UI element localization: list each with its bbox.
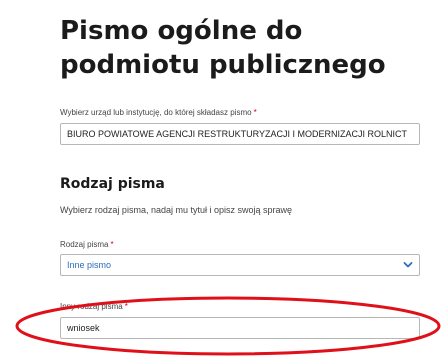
required-marker: * [124,302,128,311]
letter-type-select[interactable]: Inne pismo [60,254,420,276]
letter-type-label: Rodzaj pisma * [60,240,114,249]
required-marker: * [110,240,114,249]
section-description: Wybierz rodzaj pisma, nadaj mu tytuł i o… [60,205,293,215]
institution-label-text: Wybierz urząd lub instytucję, do której … [60,108,252,117]
section-title: Rodzaj pisma [60,176,165,192]
page: Pismo ogólne do podmiotu publicznego Wyb… [0,0,447,359]
required-marker: * [253,108,257,117]
other-type-label: Inny rodzaj pisma * [60,302,128,311]
institution-field[interactable]: BIURO POWIATOWE AGENCJI RESTRUKTURYZACJI… [60,123,420,145]
institution-label: Wybierz urząd lub instytucję, do której … [60,108,257,117]
other-type-label-text: Inny rodzaj pisma [60,302,123,311]
chevron-down-icon [403,262,413,268]
other-type-input[interactable]: wniosek [60,317,420,339]
letter-type-label-text: Rodzaj pisma [60,240,109,249]
page-title: Pismo ogólne do podmiotu publicznego [60,16,386,80]
letter-type-selected-value: Inne pismo [67,260,112,270]
